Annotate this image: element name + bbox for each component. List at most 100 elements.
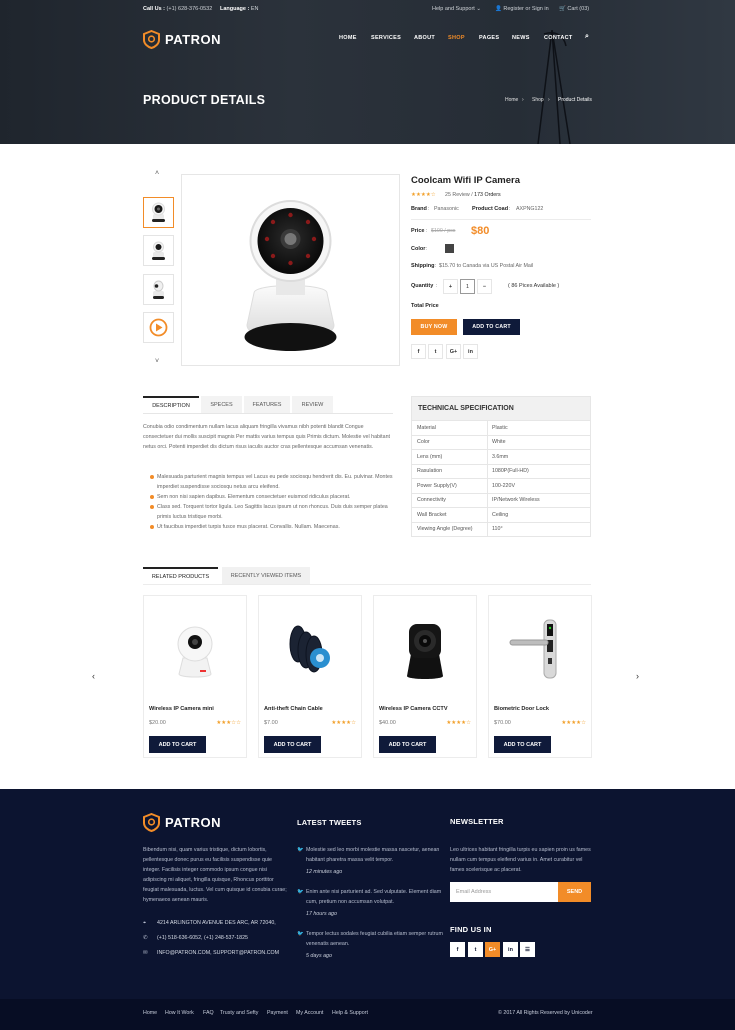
site-logo[interactable]: PATRON — [143, 29, 221, 49]
product-description: Conubia odio condimentum nullam lacus al… — [143, 424, 390, 450]
tab-description[interactable]: DESCRIPTION — [143, 396, 199, 413]
thumbnail-video[interactable] — [143, 312, 174, 343]
breadcrumb-current: Product Details — [558, 97, 592, 103]
thumbnail-2[interactable] — [143, 235, 174, 266]
breadcrumb-shop[interactable]: Shop — [532, 97, 544, 103]
feature-bullet: Malesuada parturient magnis tempus vel L… — [150, 472, 400, 492]
cart-link[interactable]: 🛒 Cart (03) — [559, 6, 589, 12]
breadcrumb-home[interactable]: Home — [505, 97, 518, 103]
twitter-share-icon[interactable]: t — [428, 344, 443, 359]
code-separator: : — [509, 206, 511, 212]
twitter-icon[interactable]: t — [468, 942, 483, 957]
search-icon[interactable]: ⌕ — [585, 33, 589, 41]
thumbnail-3[interactable] — [143, 274, 174, 305]
tab-recently-viewed[interactable]: RECENTLY VIEWED ITEMS — [222, 567, 310, 584]
footer-link-account[interactable]: My Account — [296, 1010, 323, 1016]
product-card[interactable]: Wireless IP Camera CCTV $40.00 ★★★★☆ ADD… — [373, 595, 477, 758]
product-card[interactable]: Biometric Door Lock $70.00 ★★★★☆ ADD TO … — [488, 595, 592, 758]
help-support-menu[interactable]: Help and Support ⌄ — [432, 6, 481, 12]
shipping-label: Shipping — [411, 263, 435, 269]
product-card-name[interactable]: Biometric Door Lock — [494, 706, 549, 712]
mini-camera-image — [177, 626, 213, 677]
newsletter-send-button[interactable]: SEND — [558, 882, 591, 902]
linkedin-share-icon[interactable]: in — [463, 344, 478, 359]
tab-review[interactable]: REVIEW — [292, 396, 333, 413]
nav-home[interactable]: HOME — [339, 35, 357, 41]
newsletter-email-input[interactable]: Email Address — [450, 882, 558, 902]
nav-pages[interactable]: PAGES — [479, 35, 499, 41]
linkedin-icon[interactable]: in — [503, 942, 518, 957]
color-swatch-dark[interactable] — [445, 244, 454, 253]
facebook-icon[interactable]: f — [450, 942, 465, 957]
stock-availability: ( 86 Pices Available ) — [508, 283, 560, 289]
footer-link-trust[interactable]: Trusty and Sefty — [220, 1010, 258, 1016]
twitter-bird-icon: 🐦 — [297, 889, 304, 895]
camera-thumbnail-image — [153, 280, 164, 299]
tab-features[interactable]: FEATURES — [244, 396, 290, 413]
nav-about[interactable]: ABOUT — [414, 35, 435, 41]
thumb-up-arrow-icon[interactable]: ˄ — [155, 170, 159, 177]
facebook-share-icon[interactable]: f — [411, 344, 426, 359]
newsletter-text: Leo ultrices habitant fringilla turpis e… — [450, 847, 591, 873]
product-card-rating: ★★★★☆ — [561, 720, 586, 726]
thumb-down-arrow-icon[interactable]: ˅ — [155, 358, 159, 365]
footer-link-how-it-work[interactable]: How It Work — [165, 1010, 194, 1016]
language-selector[interactable]: Language : EN — [220, 6, 259, 12]
footer-email: INFO@PATRON.COM, SUPPORT@PATRON.COM — [157, 950, 280, 956]
product-card-rating: ★★★☆☆ — [216, 720, 241, 726]
footer-link-help[interactable]: Help & Support — [332, 1010, 368, 1016]
shipping-value: $15.70 to Canada via US Postal Air Mail — [439, 263, 534, 269]
tab-related-products[interactable]: RELATED PRODUCTS — [143, 567, 218, 584]
product-code-value: AXPNG122 — [516, 206, 544, 212]
latest-tweets-heading: LATEST TWEETS — [297, 818, 362, 827]
chevron-right-icon: › — [522, 97, 524, 103]
add-to-cart-button[interactable]: ADD TO CART — [264, 736, 321, 753]
product-card[interactable]: Anti-theft Chain Cable $7.00 ★★★★☆ ADD T… — [258, 595, 362, 758]
door-lock-image — [509, 619, 557, 678]
add-to-cart-button[interactable]: ADD TO CART — [463, 319, 520, 335]
add-to-cart-button[interactable]: ADD TO CART — [494, 736, 551, 753]
twitter-bird-icon: 🐦 — [297, 931, 304, 937]
spec-row: Viewing Angle (Degree) 110° — [412, 521, 590, 536]
quantity-decrease-button[interactable]: + — [443, 279, 458, 294]
add-to-cart-button[interactable]: ADD TO CART — [149, 736, 206, 753]
product-card-image — [144, 596, 246, 701]
product-card-name[interactable]: Anti-theft Chain Cable — [264, 706, 323, 712]
nav-services[interactable]: SERVICES — [371, 35, 401, 41]
account-link[interactable]: 👤 Register or Sign in — [495, 6, 549, 12]
product-card-name[interactable]: Wireless IP Camera mini — [149, 706, 214, 712]
footer-link-home[interactable]: Home — [143, 1010, 157, 1016]
review-count[interactable]: 25 Review / 173 Orders — [445, 192, 501, 198]
product-card[interactable]: Wireless IP Camera mini $20.00 ★★★☆☆ ADD… — [143, 595, 247, 758]
nav-contact[interactable]: CONTACT — [544, 35, 573, 41]
nav-news[interactable]: NEWS — [512, 35, 530, 41]
call-us: Call Us : (+1) 628-376-0532 — [143, 6, 213, 12]
rss-icon[interactable]: ☰ — [520, 942, 535, 957]
footer-link-payment[interactable]: Payment — [267, 1010, 288, 1016]
google-plus-share-icon[interactable]: G+ — [446, 344, 461, 359]
product-card-name[interactable]: Wireless IP Camera CCTV — [379, 706, 448, 712]
footer-phone: (+1) 518-636-6052, (+1) 248-537-1825 — [157, 935, 248, 941]
quantity-label: Quantity — [411, 283, 434, 289]
footer-logo[interactable]: PATRON — [143, 812, 221, 832]
spec-row: Rasulation 1080P(Full-HD) — [412, 463, 590, 478]
product-card-price: $7.00 — [264, 720, 278, 726]
add-to-cart-button[interactable]: ADD TO CART — [379, 736, 436, 753]
quantity-increase-button[interactable]: − — [477, 279, 492, 294]
total-price-label: Total Price — [411, 303, 439, 309]
camera-thumbnail-image — [152, 241, 165, 260]
carousel-prev-icon[interactable]: ‹ — [92, 671, 95, 681]
google-plus-icon[interactable]: G+ — [485, 942, 500, 957]
footer-link-faq[interactable]: FAQ — [203, 1010, 214, 1016]
divider — [411, 219, 591, 220]
buy-now-button[interactable]: BUY NOW — [411, 319, 457, 335]
site-footer — [0, 789, 735, 1030]
thumbnail-1[interactable] — [143, 197, 174, 228]
twitter-bird-icon: 🐦 — [297, 847, 304, 853]
quantity-input[interactable]: 1 — [460, 279, 475, 294]
tab-speces[interactable]: SPECES — [201, 396, 242, 413]
header-background — [0, 0, 735, 144]
carousel-next-icon[interactable]: › — [636, 671, 639, 681]
page-title: PRODUCT DETAILS — [143, 93, 266, 107]
nav-shop[interactable]: SHOP — [448, 35, 465, 41]
